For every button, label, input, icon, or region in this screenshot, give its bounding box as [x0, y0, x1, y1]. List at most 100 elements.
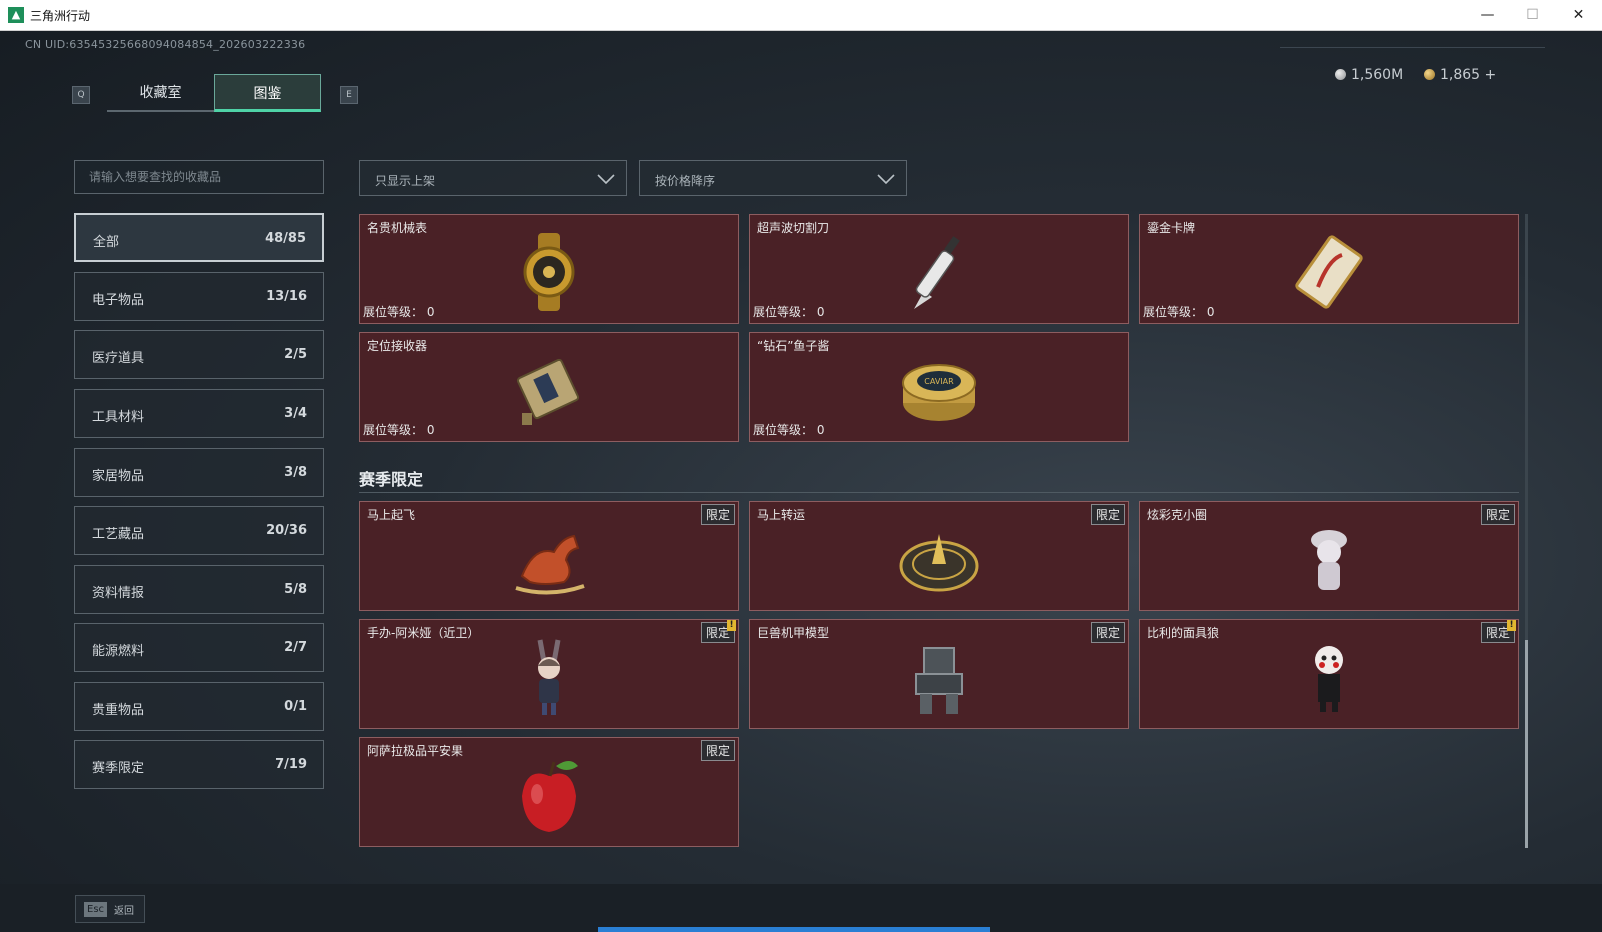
- category-energy[interactable]: 能源燃料 2/7: [74, 623, 324, 672]
- item-name: 超声波切割刀: [757, 221, 830, 235]
- apple-icon: [522, 761, 578, 832]
- user-uid: CN UID:6354532566809408485​4_20260322233…: [25, 38, 306, 51]
- back-label: 返回: [114, 906, 134, 917]
- limited-badge: 限定: [700, 504, 735, 525]
- gold-coin-icon: [1424, 69, 1435, 80]
- next-tab-key-hint[interactable]: E: [340, 86, 358, 104]
- item-card[interactable]: 超声波切割刀 展位等级： 0: [749, 214, 1129, 324]
- category-intel[interactable]: 资料情报 5/8: [74, 565, 324, 614]
- prev-tab-key-hint[interactable]: Q: [72, 86, 90, 104]
- item-card[interactable]: 鎏金卡牌 展位等级： 0: [1139, 214, 1519, 324]
- season-item-card[interactable]: 巨兽机甲模型 限定: [749, 619, 1129, 729]
- card-icon: [1295, 235, 1363, 309]
- gold-amount[interactable]: 1,865 +: [1440, 67, 1496, 83]
- chevron-down-icon: [597, 174, 615, 185]
- category-valuables[interactable]: 贵重物品 0/1: [74, 682, 324, 731]
- item-name: 名贵机械表: [367, 221, 428, 235]
- category-label: 家居物品: [92, 469, 145, 484]
- category-all[interactable]: 全部 48/85: [74, 213, 324, 262]
- season-item-card[interactable]: 比利的面具狼 限定 !: [1139, 619, 1519, 729]
- category-count: 2/7: [284, 640, 307, 655]
- loading-progress-bar: [598, 927, 990, 932]
- limited-badge: 限定: [1480, 504, 1515, 525]
- category-label: 工具材料: [92, 410, 145, 425]
- item-card[interactable]: 定位接收器 展位等级： 0: [359, 332, 739, 442]
- puppet-icon: [1315, 646, 1343, 712]
- item-name: 阿萨拉极品平安果: [367, 744, 464, 758]
- showcase-level: 展位等级： 0: [363, 423, 435, 437]
- category-count: 5/8: [284, 582, 307, 597]
- app-logo-icon: ▲: [8, 7, 24, 23]
- tab-collection-room[interactable]: 收藏室: [107, 74, 214, 112]
- chevron-down-icon: [877, 174, 895, 185]
- minimize-button[interactable]: —: [1465, 0, 1510, 30]
- silver-currency: 1,560M: [1335, 65, 1403, 85]
- tab-bar: 收藏室 图鉴: [107, 74, 321, 112]
- compass-icon: [899, 534, 979, 592]
- window-titlebar: ▲ 三角洲行动 — ☐ ✕: [0, 0, 1602, 31]
- category-label: 能源燃料: [92, 644, 145, 659]
- item-name: 马上起飞: [367, 508, 416, 522]
- item-name: 鎏金卡牌: [1147, 221, 1196, 235]
- category-season-limited[interactable]: 赛季限定 7/19: [74, 740, 324, 789]
- gold-currency[interactable]: 1,865 +: [1424, 65, 1496, 85]
- tab-catalog[interactable]: 图鉴: [214, 74, 321, 112]
- category-medical[interactable]: 医疗道具 2/5: [74, 330, 324, 379]
- mech-icon: [915, 647, 963, 714]
- category-count: 7/19: [275, 757, 307, 772]
- category-label: 赛季限定: [92, 761, 145, 776]
- watch-icon: [523, 233, 575, 311]
- horse-icon: [515, 534, 585, 595]
- category-label: 贵重物品: [92, 703, 145, 718]
- season-item-card[interactable]: 炫彩克小圈 限定: [1139, 501, 1519, 611]
- caviar-icon: CAVIAR: [902, 364, 976, 421]
- collection-search-input[interactable]: [74, 160, 324, 194]
- limited-badge: 限定: [1090, 622, 1125, 643]
- silver-amount: 1,560M: [1351, 67, 1404, 83]
- season-item-card[interactable]: 马上起飞 限定: [359, 501, 739, 611]
- caviar-label: CAVIAR: [924, 377, 954, 386]
- knife-icon: [914, 236, 960, 309]
- season-item-card[interactable]: 阿萨拉极品平安果 限定: [359, 737, 739, 847]
- item-name: 炫彩克小圈: [1147, 508, 1208, 522]
- maximize-button[interactable]: ☐: [1510, 0, 1555, 30]
- item-card[interactable]: “钻石”鱼子酱 CAVIAR 展位等级： 0: [749, 332, 1129, 442]
- showcase-level: 展位等级： 0: [363, 305, 435, 319]
- sort-dropdown[interactable]: 按价格降序: [639, 160, 907, 196]
- shelf-filter-value: 只显示上架: [375, 174, 436, 188]
- category-label: 资料情报: [92, 586, 145, 601]
- figure-icon: [1311, 530, 1347, 590]
- category-tools[interactable]: 工具材料 3/4: [74, 389, 324, 438]
- category-household[interactable]: 家居物品 3/8: [74, 448, 324, 497]
- scrollbar-thumb[interactable]: [1525, 640, 1528, 848]
- shelf-filter-dropdown[interactable]: 只显示上架: [359, 160, 627, 196]
- season-item-card[interactable]: 手办-阿米娅（近卫） 限定 !: [359, 619, 739, 729]
- category-electronics[interactable]: 电子物品 13/16: [74, 272, 324, 321]
- category-count: 2/5: [284, 347, 307, 362]
- new-alert-icon: !: [1507, 620, 1516, 631]
- category-label: 全部: [93, 235, 120, 250]
- category-count: 13/16: [266, 289, 307, 304]
- item-name: 手办-阿米娅（近卫）: [367, 626, 480, 640]
- season-section-title: 赛季限定: [359, 470, 424, 489]
- limited-badge: 限定: [700, 740, 735, 761]
- category-label: 电子物品: [92, 293, 145, 308]
- limited-badge: 限定: [1090, 504, 1125, 525]
- category-count: 3/8: [284, 465, 307, 480]
- showcase-level: 展位等级： 0: [753, 305, 825, 319]
- category-crafts[interactable]: 工艺藏品 20/36: [74, 506, 324, 555]
- category-count: 48/85: [265, 231, 306, 246]
- close-button[interactable]: ✕: [1556, 0, 1601, 30]
- category-label: 工艺藏品: [92, 527, 145, 542]
- back-button[interactable]: Esc 返回: [75, 895, 145, 923]
- decor-line: [1280, 47, 1545, 48]
- footer-bar: [0, 884, 1602, 932]
- showcase-level: 展位等级： 0: [753, 423, 825, 437]
- season-item-card[interactable]: 马上转运 限定: [749, 501, 1129, 611]
- category-count: 20/36: [266, 523, 307, 538]
- scrollbar-track[interactable]: [1525, 214, 1528, 848]
- item-name: 马上转运: [757, 508, 806, 522]
- new-alert-icon: !: [727, 620, 736, 631]
- item-name: 巨兽机甲模型: [757, 626, 830, 640]
- item-card[interactable]: 名贵机械表 展位等级： 0: [359, 214, 739, 324]
